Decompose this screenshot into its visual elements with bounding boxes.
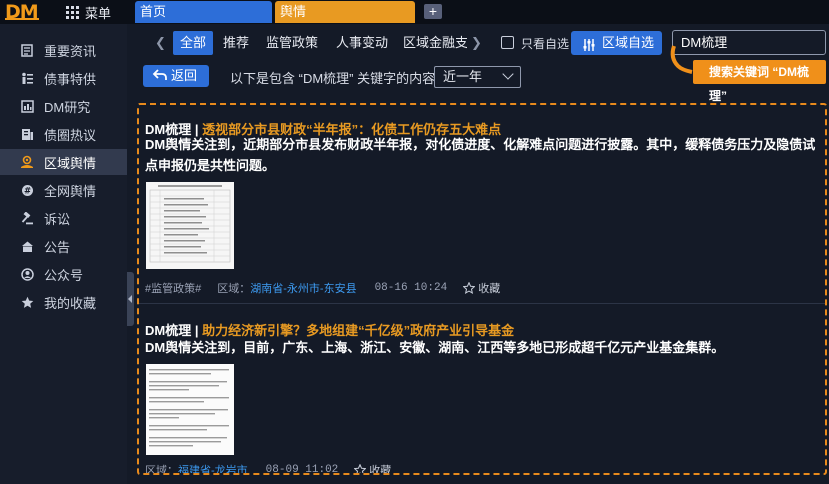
star-outline-icon: [463, 282, 476, 294]
article-thumbnail[interactable]: [146, 364, 234, 455]
star-icon: [20, 295, 34, 309]
menu-label: 菜单: [85, 6, 112, 21]
category-bar: ❮ 全部 推荐 监管政策 人事变动 区域金融支 ❯ 只看自选 区域自选 DM梳理: [135, 24, 829, 62]
sidebar-item-bond-discussion[interactable]: 债圈热议: [0, 121, 127, 147]
keyword-annotation: 搜索关键词 “DM梳理”: [693, 60, 826, 103]
sidebar-item-label: 公众号: [44, 267, 84, 283]
sidebar-item-label: 债圈热议: [44, 127, 97, 143]
article-date: 08-09 11:02: [265, 464, 339, 475]
article-thumbnail[interactable]: [146, 182, 234, 269]
results-description: 以下是包含 “DM梳理” 关键字的内容: [230, 71, 436, 86]
sidebar-item-label: 全网舆情: [44, 183, 97, 199]
region-label: 区域：: [217, 283, 251, 295]
tab-personnel-changes[interactable]: 人事变动: [331, 31, 393, 55]
region-label: 区域：: [145, 465, 178, 475]
sidebar-item-wechat-account[interactable]: 公众号: [0, 261, 127, 287]
tab-all[interactable]: 全部: [173, 31, 213, 55]
tab-public-opinion[interactable]: 舆情: [275, 1, 415, 23]
sidebar-item-bond-special[interactable]: 债事特供: [0, 65, 127, 91]
gavel-icon: [20, 211, 34, 225]
sidebar: 重要资讯 债事特供 DM研究 债圈热议 区域舆情 # 全网舆情 诉讼 公告 公众…: [0, 24, 127, 484]
sidebar-item-label: 区域舆情: [44, 155, 97, 171]
sidebar-item-label: 我的收藏: [44, 295, 97, 311]
sidebar-item-announcement[interactable]: 公告: [0, 233, 127, 259]
back-label: 返回: [171, 68, 198, 83]
sidebar-item-region-opinion[interactable]: 区域舆情: [0, 149, 127, 175]
article-region[interactable]: 湖南省-永州市-东安县: [250, 280, 356, 296]
discussion-icon: [20, 127, 34, 141]
top-bar: DM 菜单 首页 舆情 +: [0, 0, 829, 24]
article-tag[interactable]: #监管政策#: [145, 280, 201, 296]
research-icon: [20, 99, 34, 113]
back-arrow-icon: [152, 67, 168, 83]
dm-logo[interactable]: DM: [5, 1, 39, 23]
global-opinion-icon: #: [20, 183, 34, 197]
region-opinion-icon: [20, 155, 34, 169]
bond-special-icon: [20, 71, 34, 85]
article-summary: DM舆情关注到，近期部分市县发布财政半年报，对化债进度、化解难点问题进行披露。其…: [145, 137, 816, 173]
region-watchlist-button[interactable]: 区域自选: [571, 31, 662, 55]
article-source: DM梳理: [145, 323, 192, 338]
sidebar-item-label: 债事特供: [44, 71, 97, 87]
period-select[interactable]: 近一年: [434, 66, 521, 88]
tab-regulatory-policy[interactable]: 监管政策: [261, 31, 323, 55]
period-selected: 近一年: [443, 69, 483, 84]
title-separator: |: [191, 323, 203, 338]
sidebar-item-label: DM研究: [44, 99, 91, 115]
tab-recommended[interactable]: 推荐: [219, 31, 253, 55]
sidebar-item-label: 诉讼: [44, 211, 71, 227]
favorite-label: 收藏: [478, 283, 501, 295]
menu-button[interactable]: 菜单: [66, 3, 111, 22]
sidebar-item-litigation[interactable]: 诉讼: [0, 205, 127, 231]
back-button[interactable]: 返回: [143, 65, 209, 87]
article-region[interactable]: 福建省-龙岩市: [178, 462, 248, 473]
article-meta: #监管政策# 区域： 湖南省-永州市-东安县 08-16 10:24 收藏: [145, 280, 500, 296]
results-list: DM梳理 | 透视部分市县财政“半年报”：化债工作仍存五大难点 DM舆情关注到，…: [137, 103, 827, 475]
sidebar-item-label: 重要资讯: [44, 43, 97, 59]
wechat-account-icon: [20, 267, 34, 281]
app-window: DM 菜单 首页 舆情 + 重要资讯 债事特供 DM研究 债圈热议 区域舆情 #…: [0, 0, 829, 484]
tab-regional-finance[interactable]: 区域金融支: [403, 31, 467, 55]
scroll-right-icon[interactable]: ❯: [471, 35, 482, 51]
chevron-down-icon: [502, 68, 514, 80]
sidebar-collapse-handle[interactable]: [127, 272, 134, 326]
news-icon: [20, 43, 34, 57]
favorite-label: 收藏: [369, 465, 392, 475]
star-outline-icon: [354, 464, 367, 473]
article-title-text: 助力经济新引擎？多地组建“千亿级”政府产业引导基金: [202, 323, 515, 338]
grid-menu-icon: [66, 5, 80, 20]
sidebar-item-my-favorites[interactable]: 我的收藏: [0, 289, 127, 315]
only-favorites-checkbox[interactable]: [501, 36, 514, 49]
only-favorites-label: 只看自选: [521, 37, 570, 51]
favorite-button[interactable]: 收藏: [463, 280, 500, 296]
article-meta: 区域： 福建省-龙岩市 08-09 11:02 收藏: [145, 462, 392, 475]
region-watchlist-label: 区域自选: [602, 35, 655, 50]
tab-home[interactable]: 首页: [135, 1, 272, 23]
sidebar-item-global-opinion[interactable]: # 全网舆情: [0, 177, 127, 203]
article-summary: DM舆情关注到，目前，广东、上海、浙江、安徽、湖南、江西等多地已形成超千亿元产业…: [145, 340, 725, 355]
article-card[interactable]: DM梳理 | 透视部分市县财政“半年报”：化债工作仍存五大难点 DM舆情关注到，…: [139, 105, 825, 303]
sidebar-item-dm-research[interactable]: DM研究: [0, 93, 127, 119]
filter-sliders-icon: [582, 36, 596, 51]
add-tab-button[interactable]: +: [424, 4, 442, 19]
svg-text:#: #: [23, 186, 30, 196]
scroll-left-icon[interactable]: ❮: [155, 35, 166, 51]
sidebar-item-important-news[interactable]: 重要资讯: [0, 37, 127, 63]
article-date: 08-16 10:24: [374, 282, 448, 294]
sidebar-item-label: 公告: [44, 239, 71, 255]
announcement-icon: [20, 239, 34, 253]
favorite-button[interactable]: 收藏: [354, 462, 392, 475]
article-card[interactable]: DM梳理 | 助力经济新引擎？多地组建“千亿级”政府产业引导基金 DM舆情关注到…: [139, 303, 825, 475]
